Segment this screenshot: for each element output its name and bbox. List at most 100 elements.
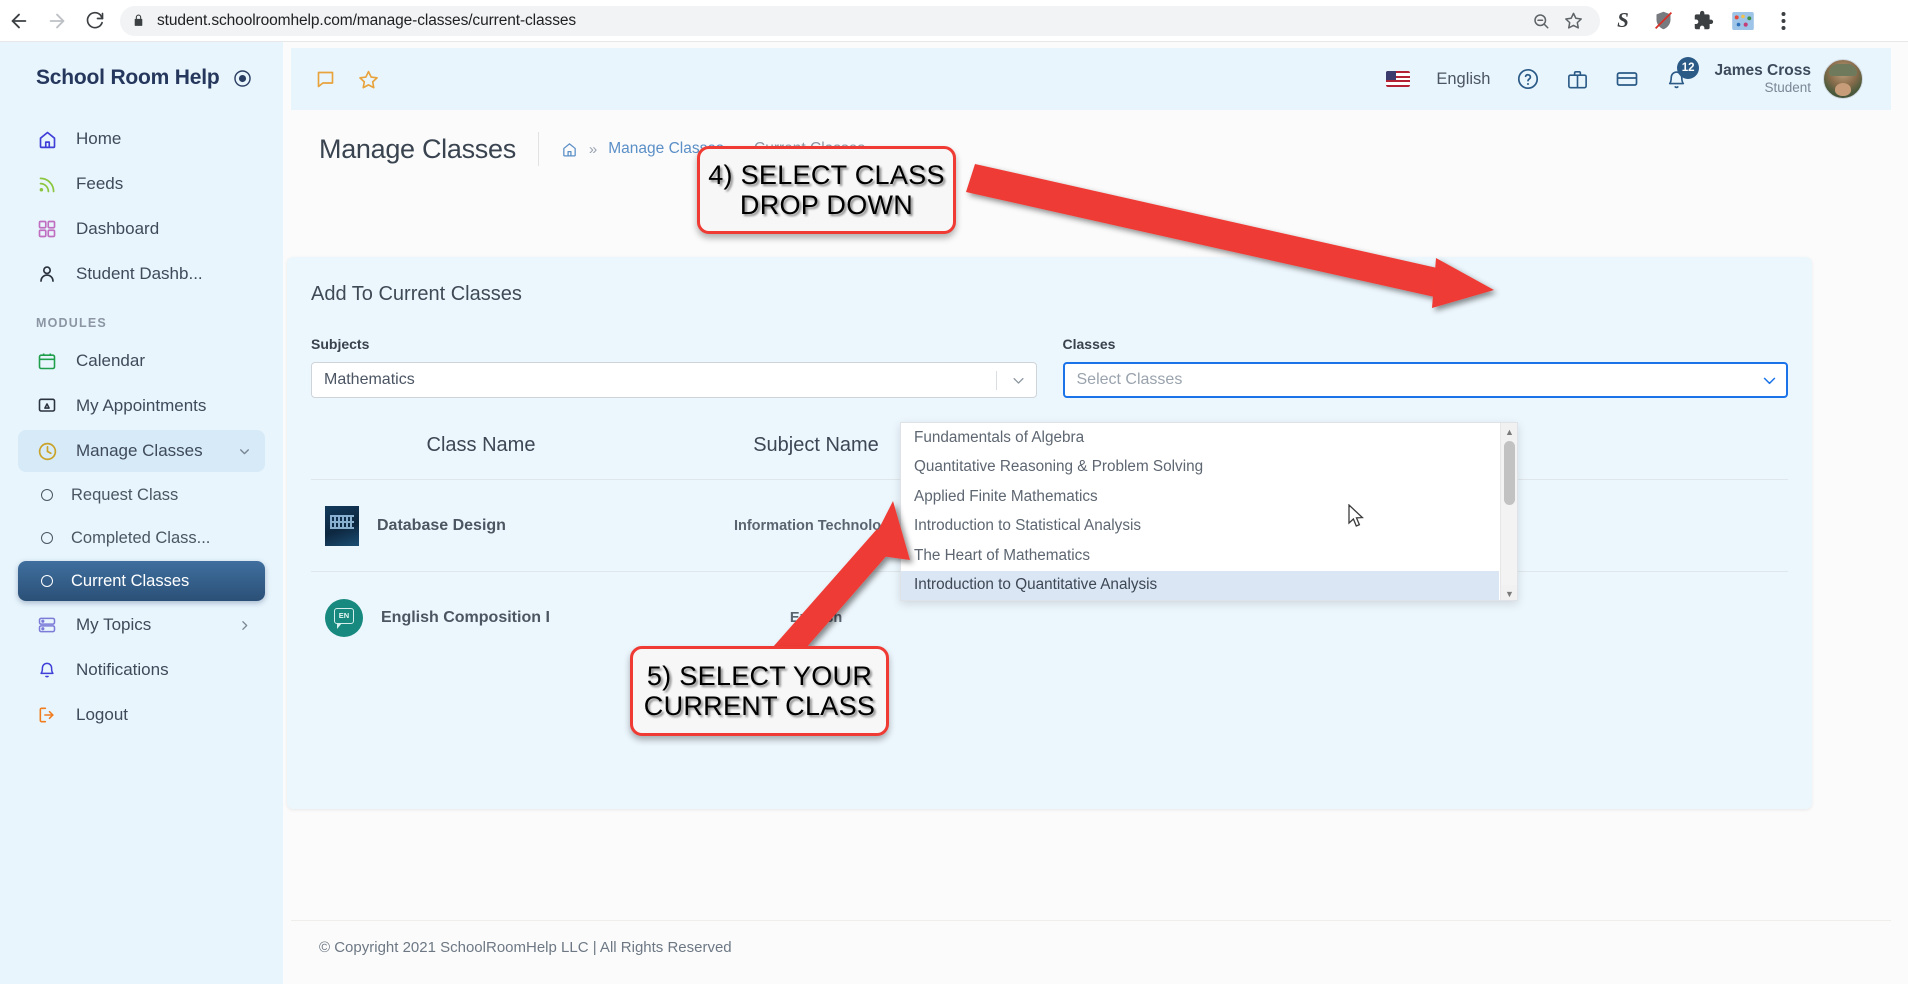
home-icon: [36, 128, 58, 150]
classes-select[interactable]: Select Classes: [1063, 362, 1789, 398]
sidebar-item-current-classes[interactable]: Current Classes: [18, 561, 265, 601]
sidebar-item-label: Feeds: [76, 174, 265, 194]
sidebar-item-logout[interactable]: Logout: [18, 694, 265, 736]
address-bar[interactable]: student.schoolroomhelp.com/manage-classe…: [120, 6, 1600, 36]
sidebar-item-my-appointments[interactable]: My Appointments: [18, 385, 265, 427]
home-icon[interactable]: [561, 141, 578, 158]
appointment-screen-icon: [36, 395, 58, 417]
sidebar-item-label: Calendar: [76, 351, 265, 371]
subjects-select[interactable]: Mathematics: [311, 362, 1037, 398]
dropdown-option-list: Fundamentals of Algebra Quantitative Rea…: [901, 423, 1499, 601]
sidebar-item-label: Current Classes: [71, 572, 189, 591]
sidebar-item-student-dashboard[interactable]: Student Dashb...: [18, 253, 265, 295]
colorful-extension-icon[interactable]: [1730, 8, 1756, 34]
sidebar-item-notifications[interactable]: Notifications: [18, 649, 265, 691]
chevron-down-icon[interactable]: [1756, 372, 1782, 389]
us-flag-icon: [1386, 71, 1410, 87]
annotation-callout-step-5: 5) SELECT YOUR CURRENT CLASS: [630, 646, 889, 736]
sidebar-item-completed-classes[interactable]: Completed Class...: [18, 518, 265, 558]
notification-count-badge: 12: [1677, 57, 1700, 79]
sidebar-item-dashboard[interactable]: Dashboard: [18, 208, 265, 250]
dropdown-option-highlighted[interactable]: Introduction to Quantitative Analysis: [901, 571, 1499, 601]
form-row: Subjects Mathematics Classes Select Clas…: [287, 306, 1812, 398]
divider: [538, 132, 539, 166]
sidebar-item-label: Dashboard: [76, 219, 265, 239]
credit-card-icon[interactable]: [1615, 67, 1639, 91]
server-stack-icon: [36, 614, 58, 636]
dropdown-option[interactable]: Fundamentals of Algebra: [901, 423, 1499, 453]
divider: [996, 371, 997, 390]
classes-dropdown-menu[interactable]: Fundamentals of Algebra Quantitative Rea…: [900, 422, 1518, 601]
sidebar-item-calendar[interactable]: Calendar: [18, 340, 265, 382]
database-design-thumbnail: [325, 506, 359, 546]
star-icon[interactable]: [1558, 6, 1588, 36]
chevron-down-icon[interactable]: [238, 445, 251, 458]
scroll-up-arrow-icon[interactable]: ▲: [1501, 423, 1518, 440]
zoom-out-icon[interactable]: [1526, 6, 1556, 36]
modules-section-label: MODULES: [0, 298, 283, 340]
sidebar-item-home[interactable]: Home: [18, 118, 265, 160]
bullet-circle-icon: [41, 532, 53, 544]
extension-icons: S: [1610, 8, 1804, 34]
grammarly-s-icon[interactable]: S: [1610, 8, 1636, 34]
sidebar-item-label: Request Class: [71, 486, 178, 505]
subjects-label: Subjects: [311, 336, 1037, 352]
help-question-icon[interactable]: [1516, 67, 1540, 91]
sidebar-item-label: Home: [76, 129, 265, 149]
scroll-down-arrow-icon[interactable]: ▼: [1501, 585, 1518, 601]
classes-placeholder: Select Classes: [1077, 371, 1757, 389]
forward-arrow-icon[interactable]: [38, 2, 76, 40]
language-label[interactable]: English: [1436, 70, 1490, 89]
sidebar-item-label: My Appointments: [76, 396, 265, 416]
dropdown-scrollbar[interactable]: ▲ ▼: [1500, 423, 1517, 601]
subjects-selected-value: Mathematics: [324, 371, 996, 389]
browser-chrome: student.schoolroomhelp.com/manage-classe…: [0, 0, 1908, 42]
dropdown-option[interactable]: Quantitative Reasoning & Problem Solving: [901, 453, 1499, 483]
sidebar-item-manage-classes[interactable]: Manage Classes: [18, 430, 265, 472]
sidebar-item-label: Logout: [76, 705, 265, 725]
sidebar-item-feeds[interactable]: Feeds: [18, 163, 265, 205]
sidebar-item-my-topics[interactable]: My Topics: [18, 604, 265, 646]
bell-icon: [36, 659, 58, 681]
chevron-right-icon[interactable]: [238, 619, 251, 632]
subjects-field: Subjects Mathematics: [311, 336, 1037, 398]
bullet-circle-icon: [41, 575, 53, 587]
dropdown-option[interactable]: Precalculus: [901, 600, 1499, 601]
lock-icon: [132, 13, 145, 28]
calendar-icon: [36, 350, 58, 372]
sidebar-item-request-class[interactable]: Request Class: [18, 475, 265, 515]
subject-name-cell: English: [651, 610, 981, 626]
person-icon: [36, 263, 58, 285]
back-arrow-icon[interactable]: [0, 2, 38, 40]
user-role: Student: [1714, 80, 1811, 96]
bullet-circle-icon: [41, 489, 53, 501]
sidebar-item-label: My Topics: [76, 615, 220, 635]
target-circle-icon: [233, 69, 252, 88]
sidebar-nav: Home Feeds Dashboard Student Dashb...: [0, 118, 283, 736]
scrollbar-thumb[interactable]: [1504, 441, 1515, 505]
notifications-button[interactable]: 12: [1665, 68, 1688, 91]
briefcase-icon[interactable]: [1566, 68, 1589, 91]
clock-icon: [36, 440, 58, 462]
dropdown-option[interactable]: Applied Finite Mathematics: [901, 482, 1499, 512]
reload-icon[interactable]: [76, 2, 114, 40]
sidebar-item-label: Student Dashb...: [76, 264, 265, 284]
rss-feed-icon: [36, 173, 58, 195]
adblock-shield-icon[interactable]: [1650, 8, 1676, 34]
avatar[interactable]: [1823, 59, 1863, 99]
copyright-text: © Copyright 2021 SchoolRoomHelp LLC | Al…: [319, 939, 732, 956]
annotation-callout-step-4: 4) SELECT CLASS DROP DOWN: [697, 146, 956, 234]
app-topbar: English 12 James C: [291, 48, 1891, 110]
sidebar: School Room Help Home Feeds: [0, 42, 283, 984]
dropdown-option[interactable]: The Heart of Mathematics: [901, 541, 1499, 571]
chevron-down-icon[interactable]: [1006, 373, 1032, 388]
three-dot-menu-icon[interactable]: [1770, 8, 1796, 34]
brand[interactable]: School Room Help: [0, 60, 283, 96]
chat-bubble-icon[interactable]: [315, 69, 336, 90]
star-outline-icon[interactable]: [358, 69, 379, 90]
sidebar-item-label: Manage Classes: [76, 441, 220, 461]
user-menu[interactable]: James Cross Student: [1714, 59, 1863, 99]
dropdown-option[interactable]: Introduction to Statistical Analysis: [901, 512, 1499, 542]
puzzle-extensions-icon[interactable]: [1690, 8, 1716, 34]
class-name-cell: English Composition I: [381, 609, 550, 627]
